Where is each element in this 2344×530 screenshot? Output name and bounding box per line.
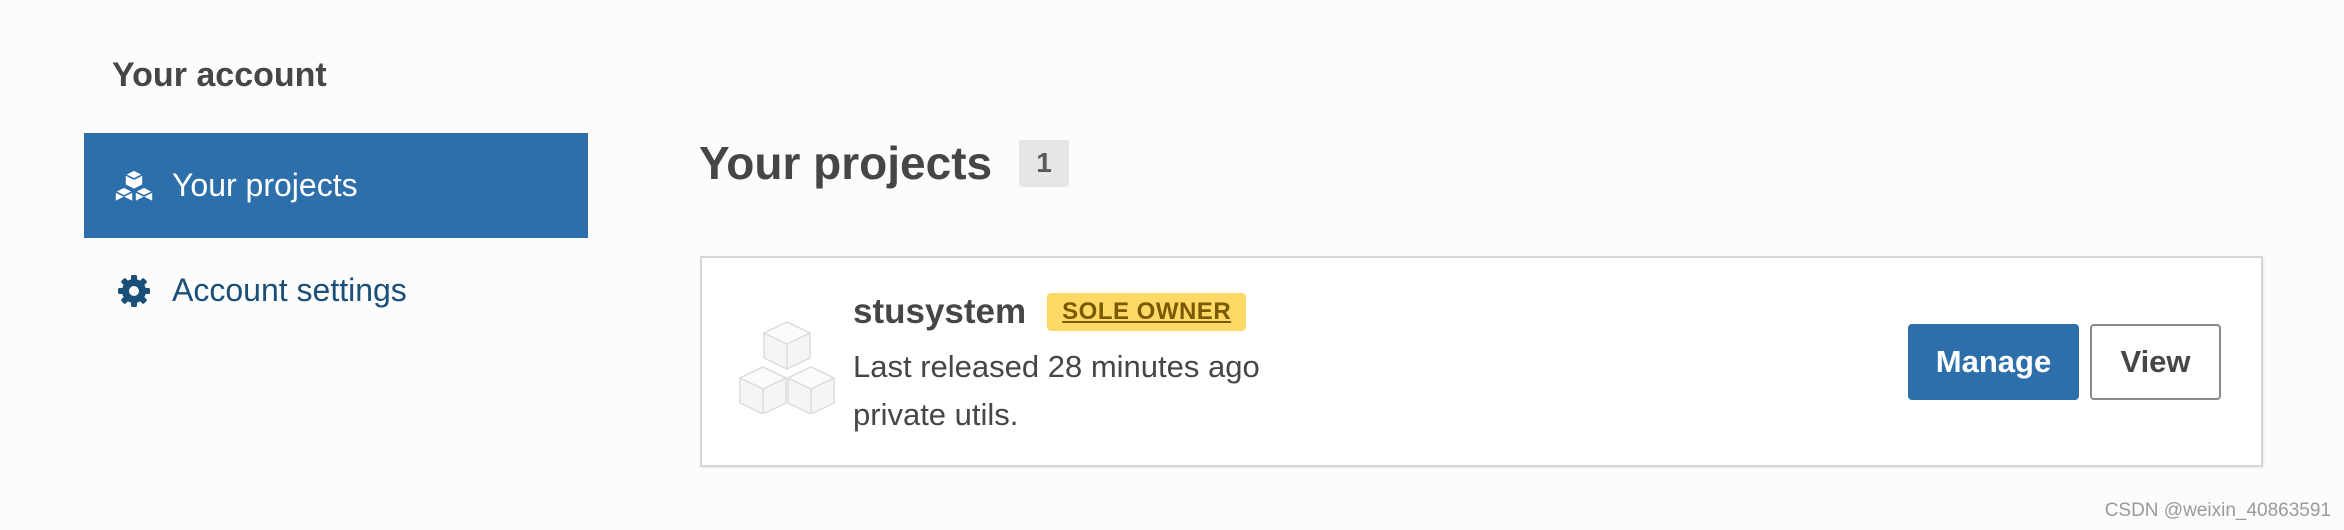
sidebar-item-label: Account settings	[172, 272, 407, 308]
watermark: CSDN @weixin_40863591	[2104, 500, 2331, 521]
account-page: Your account Your projects Account setti…	[0, 0, 2344, 530]
project-name[interactable]: stusystem	[853, 292, 1026, 332]
manage-button[interactable]: Manage	[1908, 324, 2079, 400]
view-button[interactable]: View	[2090, 324, 2221, 400]
main-header: Your projects 1	[699, 136, 1070, 190]
package-cubes-icon	[737, 320, 837, 415]
project-card: stusystem SOLE OWNER Last released 28 mi…	[700, 256, 2263, 467]
gear-icon	[112, 269, 156, 313]
sidebar-item-label: Your projects	[172, 167, 358, 203]
project-name-row: stusystem SOLE OWNER	[853, 292, 1260, 332]
project-count-badge: 1	[1019, 139, 1070, 187]
project-description: private utils.	[853, 397, 1019, 432]
sidebar-item-account-settings[interactable]: Account settings	[84, 238, 588, 343]
card-actions: Manage View	[1908, 324, 2221, 400]
project-info: stusystem SOLE OWNER Last released 28 mi…	[853, 292, 1260, 439]
project-last-released: Last released 28 minutes ago	[853, 349, 1260, 384]
cubes-icon	[112, 164, 156, 208]
page-title: Your projects	[699, 137, 993, 189]
role-badge: SOLE OWNER	[1047, 293, 1247, 331]
sidebar-title: Your account	[112, 56, 327, 94]
sidebar-item-your-projects[interactable]: Your projects	[84, 133, 588, 238]
